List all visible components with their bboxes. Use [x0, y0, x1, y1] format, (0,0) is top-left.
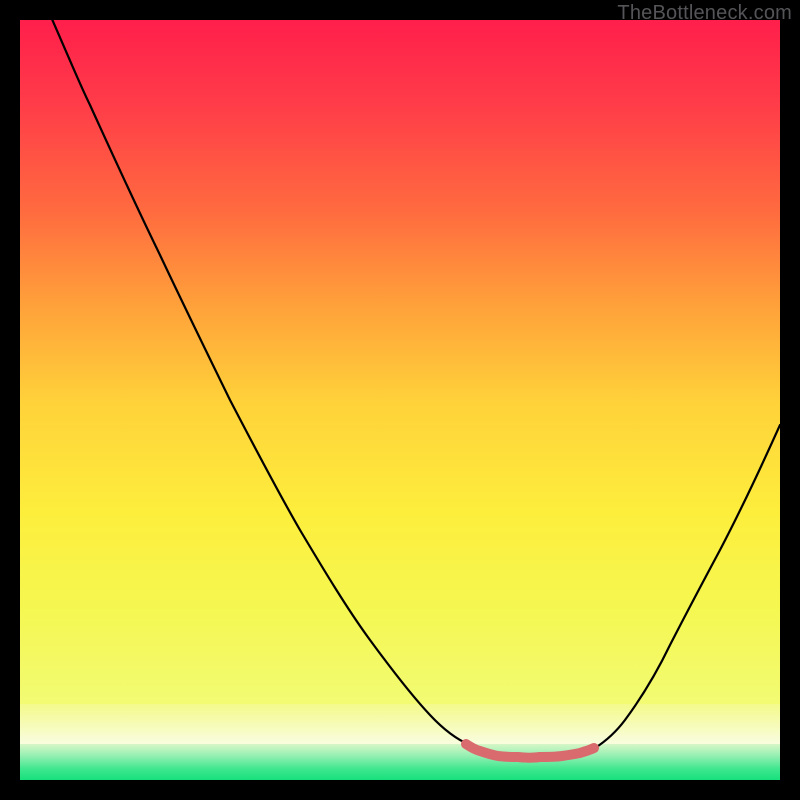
curve-layer [20, 20, 780, 780]
bottleneck-curve [48, 20, 780, 758]
optimal-marker [466, 744, 594, 758]
chart-frame: TheBottleneck.com [0, 0, 800, 800]
plot-area [20, 20, 780, 780]
